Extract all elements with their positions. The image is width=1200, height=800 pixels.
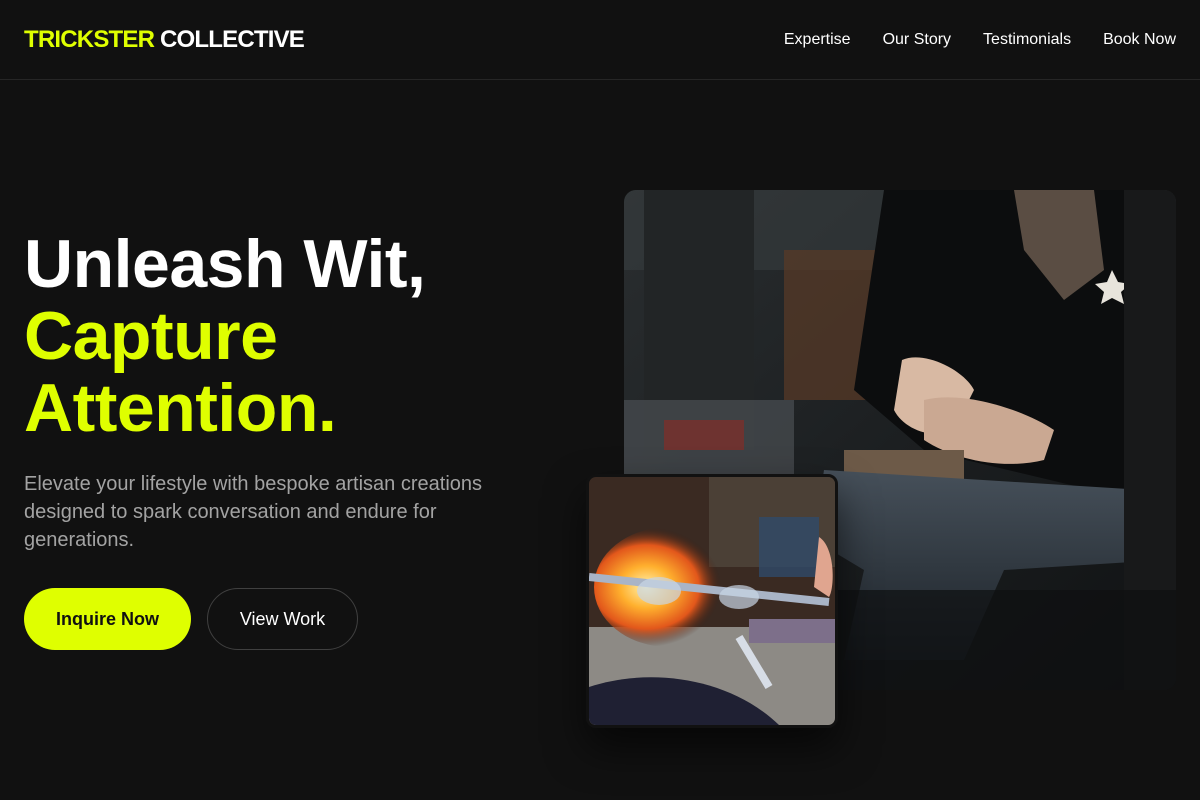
brand-accent: TRICKSTER <box>24 25 155 53</box>
headline-line-1: Unleash Wit, <box>24 226 426 302</box>
glassblowing-photo <box>586 474 838 728</box>
headline-line-2: Capture <box>24 298 278 374</box>
nav-link-testimonials[interactable]: Testimonials <box>983 31 1071 49</box>
view-work-button[interactable]: View Work <box>207 588 358 650</box>
hero-headline: Unleash Wit, Capture Attention. <box>24 228 544 444</box>
inquire-now-button[interactable]: Inquire Now <box>24 588 191 650</box>
nav-link-book-now[interactable]: Book Now <box>1103 31 1176 49</box>
main-nav: Expertise Our Story Testimonials Book No… <box>784 31 1176 49</box>
hero-subtitle: Elevate your lifestyle with bespoke arti… <box>24 473 483 551</box>
nav-link-our-story[interactable]: Our Story <box>883 31 951 49</box>
brand-logo[interactable]: TRICKSTER COLLECTIVE <box>24 25 305 54</box>
headline-line-3: Attention. <box>24 370 337 446</box>
hero-content: Unleash Wit, Capture Attention. Elevate … <box>24 228 544 650</box>
nav-link-expertise[interactable]: Expertise <box>784 31 851 49</box>
brand-rest: COLLECTIVE <box>160 25 305 53</box>
site-header: TRICKSTER COLLECTIVE Expertise Our Story… <box>0 0 1200 80</box>
hero-cta-group: Inquire Now View Work <box>24 588 544 650</box>
